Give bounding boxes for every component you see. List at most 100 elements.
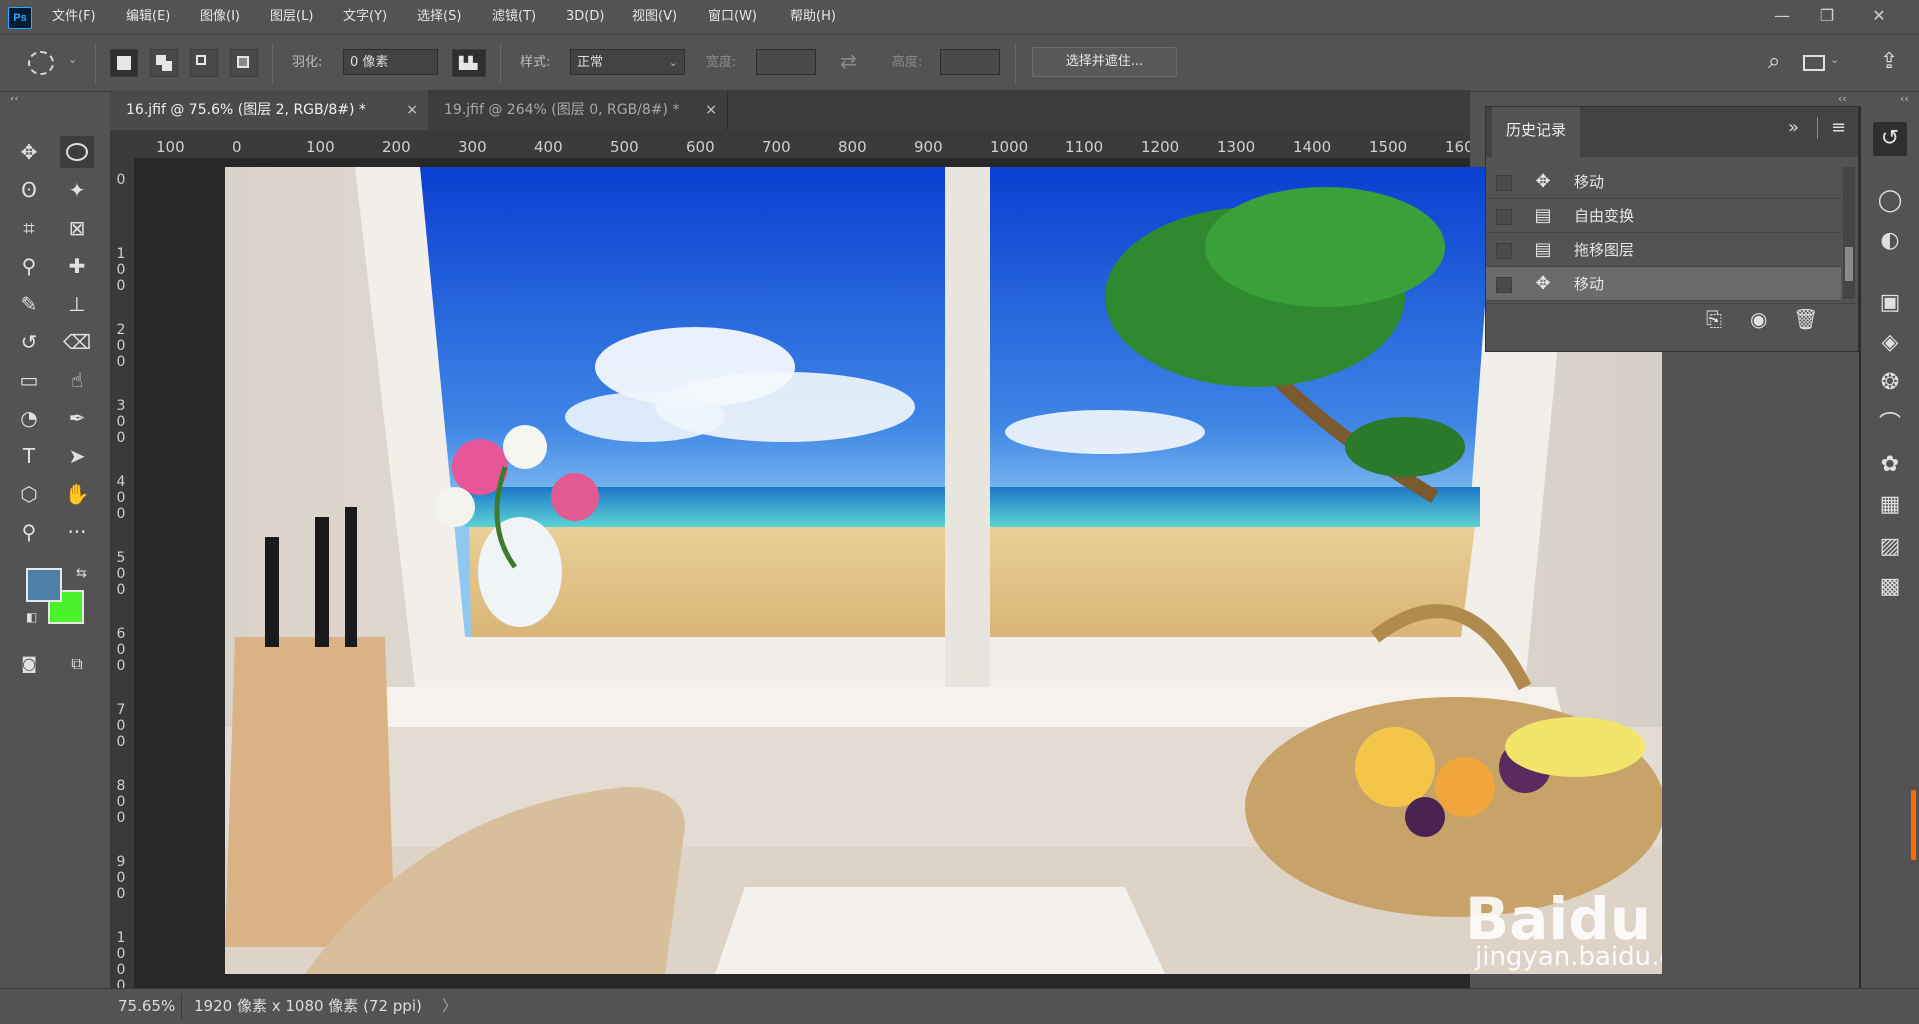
restore-button[interactable]: ❐ [1810, 2, 1844, 30]
history-item[interactable]: ▤ 拖移图层 [1486, 233, 1841, 267]
history-panel-icon[interactable]: ↺ [1873, 122, 1907, 156]
move-tool-icon[interactable]: ✥ [12, 136, 46, 168]
gradients-icon[interactable]: ▨ [1873, 530, 1907, 564]
menu-image[interactable]: 图像(I) [200, 0, 240, 34]
tab-document-16[interactable]: 16.jfif @ 75.6% (图层 2, RGB/8#) * × [110, 90, 428, 130]
panel-expand-icon[interactable]: » [1788, 117, 1799, 138]
ruler-label: 1200 [1141, 138, 1180, 156]
chevron-down-icon[interactable]: ⌄ [68, 53, 77, 66]
frame-tool-icon[interactable]: ⊠ [60, 212, 94, 244]
snapshot-source-checkbox[interactable] [1496, 243, 1512, 259]
add-selection-mode-button[interactable] [150, 49, 178, 77]
tab-history[interactable]: 历史记录 [1492, 107, 1581, 159]
eraser-tool-icon[interactable]: ⌫ [60, 326, 94, 358]
smudge-tool-icon[interactable]: ☝ [60, 364, 94, 396]
menu-3d[interactable]: 3D(D) [566, 0, 604, 34]
brush-tool-icon[interactable]: ✎ [12, 288, 46, 320]
hand-tool-icon[interactable]: ✋ [60, 478, 94, 510]
swap-dimensions-icon[interactable]: ⇄ [840, 49, 857, 73]
screen-mode-icon[interactable]: ⧉ [60, 648, 94, 680]
shape-tool-icon[interactable]: ⬡ [12, 478, 46, 510]
width-input[interactable] [756, 49, 816, 75]
menu-type[interactable]: 文字(Y) [343, 0, 387, 34]
subtract-selection-mode-button[interactable] [190, 49, 218, 77]
feather-input[interactable]: 0 像素 [343, 49, 438, 75]
default-colors-icon[interactable]: ◧ [26, 610, 37, 624]
history-item-label: 自由变换 [1574, 207, 1635, 225]
crop-tool-icon[interactable]: ⌗ [12, 212, 46, 244]
panel-menu-icon[interactable]: ≡ [1831, 117, 1846, 138]
document-canvas[interactable]: Baidu 经验 jingyan.baidu.com [225, 167, 1662, 974]
search-icon[interactable]: ⌕ [1768, 49, 1780, 74]
snapshot-source-checkbox[interactable] [1496, 277, 1512, 293]
status-menu-arrow[interactable]: 〉 [442, 989, 457, 1024]
more-tools-icon[interactable]: ··· [60, 516, 94, 548]
close-window-button[interactable]: ✕ [1862, 2, 1896, 30]
history-item[interactable]: ▤ 自由变换 [1486, 199, 1841, 233]
menu-filter[interactable]: 滤镜(T) [492, 0, 536, 34]
healing-brush-tool-icon[interactable]: ✚ [60, 250, 94, 282]
anti-alias-toggle[interactable]: ▙▙ [452, 49, 486, 77]
history-item-selected[interactable]: ✥ 移动 [1486, 267, 1841, 301]
minimize-button[interactable]: — [1765, 2, 1799, 30]
move-icon: ✥ [1535, 273, 1551, 294]
path-selection-tool-icon[interactable]: ➤ [60, 440, 94, 472]
style-select[interactable]: 正常 ⌄ [570, 49, 685, 75]
stamp-tool-icon[interactable]: ⊥ [60, 288, 94, 320]
collapse-right-icon[interactable]: ‹‹ [1838, 92, 1847, 105]
adjustments-icon[interactable]: ◐ [1873, 224, 1907, 258]
document-icon: ▤ [1534, 205, 1552, 226]
color-icon[interactable]: ✿ [1873, 448, 1907, 482]
foreground-color-swatch[interactable] [26, 568, 62, 602]
history-brush-tool-icon[interactable]: ↺ [12, 326, 46, 358]
tab-document-19[interactable]: 19.jfif @ 264% (图层 0, RGB/8#) * × [428, 90, 728, 130]
snapshot-source-checkbox[interactable] [1496, 175, 1512, 191]
snapshot-source-checkbox[interactable] [1496, 209, 1512, 225]
history-scrollbar[interactable] [1843, 167, 1855, 299]
gradient-tool-icon[interactable]: ▭ [12, 364, 46, 396]
libraries-icon[interactable]: ▣ [1873, 286, 1907, 320]
intersect-selection-mode-button[interactable] [230, 49, 258, 77]
layers-icon[interactable]: ◈ [1873, 326, 1907, 360]
swatches-icon[interactable]: ▦ [1873, 488, 1907, 522]
type-tool-icon[interactable]: T [12, 440, 46, 472]
menu-select[interactable]: 选择(S) [417, 0, 461, 34]
collapse-dock-icon[interactable]: ‹‹ [1900, 92, 1909, 105]
learn-icon[interactable]: ◯ [1873, 184, 1907, 218]
swap-colors-icon[interactable]: ⇆ [76, 566, 87, 581]
quick-mask-icon[interactable]: ◙ [12, 648, 46, 680]
patterns-icon[interactable]: ▩ [1873, 570, 1907, 604]
scrollbar-thumb[interactable] [1845, 247, 1853, 281]
height-input[interactable] [940, 49, 1000, 75]
close-icon[interactable]: × [705, 90, 717, 130]
history-item[interactable]: ✥ 移动 [1486, 165, 1841, 199]
scroll-indicator[interactable] [1911, 790, 1916, 860]
channels-icon[interactable]: ❂ [1873, 366, 1907, 400]
zoom-level[interactable]: 75.65% [118, 989, 175, 1024]
elliptical-marquee-tool-icon[interactable] [60, 136, 94, 168]
magic-wand-tool-icon[interactable]: ✦ [60, 174, 94, 206]
ruler-label: 0 [116, 172, 126, 188]
eyedropper-tool-icon[interactable]: ⚲ [12, 250, 46, 282]
lasso-tool-icon[interactable]: ʘ [12, 174, 46, 206]
trash-icon[interactable]: 🗑 [1793, 307, 1818, 331]
chevron-down-icon[interactable]: ⌄ [1830, 53, 1839, 66]
share-icon[interactable]: ⇪ [1880, 49, 1898, 74]
select-and-mask-button[interactable]: 选择并遮住... [1032, 47, 1177, 77]
new-selection-mode-button[interactable] [110, 49, 138, 77]
zoom-tool-icon[interactable]: ⚲ [12, 516, 46, 548]
camera-icon[interactable]: ◉ [1750, 307, 1767, 331]
dodge-tool-icon[interactable]: ◔ [12, 402, 46, 434]
paths-icon[interactable]: ⌒ [1873, 408, 1907, 442]
menu-help[interactable]: 帮助(H) [790, 0, 836, 34]
elliptical-marquee-preset-icon[interactable] [28, 51, 54, 75]
menu-file[interactable]: 文件(F) [52, 0, 96, 34]
new-document-from-state-icon[interactable]: ⎘ [1706, 307, 1722, 331]
close-icon[interactable]: × [406, 90, 418, 130]
menu-window[interactable]: 窗口(W) [708, 0, 757, 34]
menu-edit[interactable]: 编辑(E) [126, 0, 170, 34]
menu-layer[interactable]: 图层(L) [270, 0, 313, 34]
workspace-icon[interactable] [1803, 55, 1825, 71]
pen-tool-icon[interactable]: ✒ [60, 402, 94, 434]
menu-view[interactable]: 视图(V) [632, 0, 677, 34]
